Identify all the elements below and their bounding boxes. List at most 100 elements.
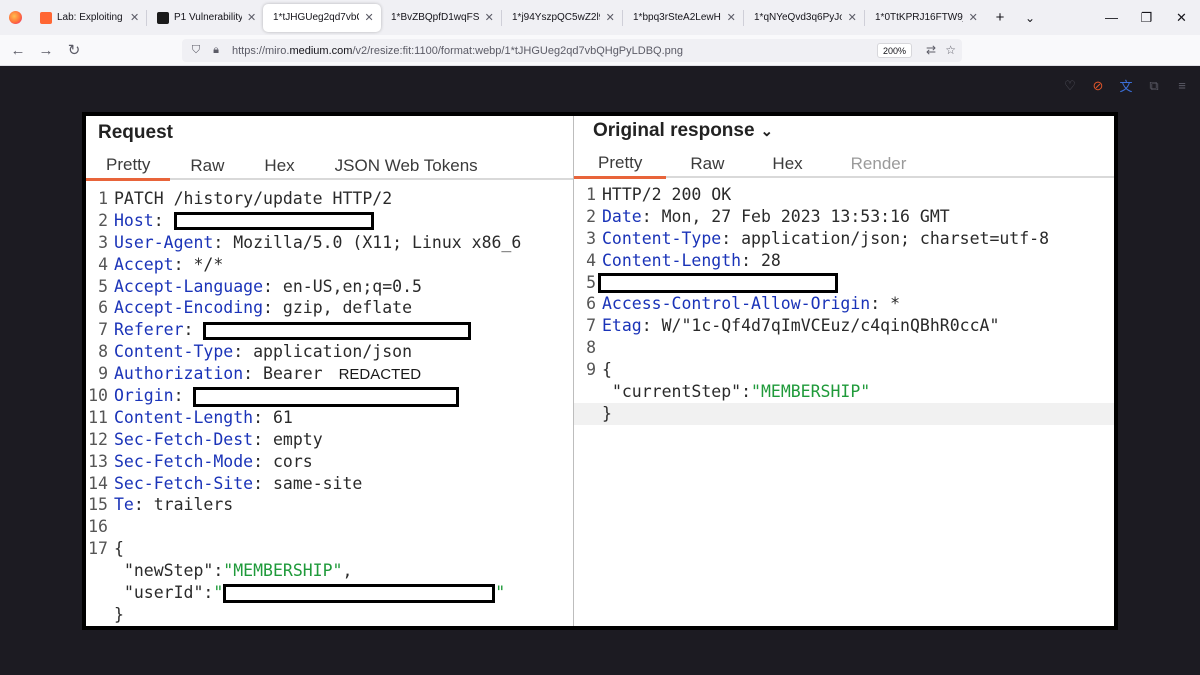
line-number: 3: [586, 228, 596, 248]
header-value: *: [890, 294, 901, 314]
code-line: }: [86, 604, 573, 626]
header-value: Mon, 27 Feb 2023 13:53:16 GMT: [661, 206, 950, 226]
browser-tab[interactable]: 1*qNYeQvd3q6PyJoSp ✕: [744, 4, 864, 32]
chevron-down-icon[interactable]: ⌄: [761, 122, 774, 140]
response-code: 1 HTTP/2 200 OK 2 Date: Mon, 27 Feb 2023 1…: [574, 184, 1114, 425]
minimize-icon[interactable]: —: [1094, 0, 1129, 35]
header-value: empty: [272, 429, 323, 449]
line-number: 17: [88, 539, 108, 559]
response-pane: Original response ⌄ Pretty Raw Hex Render…: [574, 116, 1114, 626]
redaction-box: [173, 212, 374, 231]
close-tab-icon[interactable]: ✕: [129, 11, 140, 24]
header-key: Content-Length: [114, 407, 254, 427]
header-key: Accept-Language: [114, 276, 264, 296]
json-open-brace: {: [602, 360, 612, 380]
header-key: Authorization: [114, 364, 244, 384]
extension-blocker-icon[interactable]: ⊘: [1084, 70, 1112, 101]
burp-screenshot-image: Request Pretty Raw Hex JSON Web Tokens 1…: [82, 112, 1118, 630]
back-arrow-icon[interactable]: ←: [4, 36, 32, 64]
lock-icon[interactable]: 🔒︎: [206, 44, 226, 57]
tab-hex[interactable]: Hex: [748, 150, 826, 178]
url-suffix: /v2/resize:fit:1100/format:webp/1*tJHGUe…: [352, 44, 684, 57]
zoom-level-button[interactable]: 200%: [876, 43, 912, 58]
code-line: 1 PATCH /history/update HTTP/2: [86, 188, 573, 210]
restore-icon[interactable]: ❐: [1129, 0, 1164, 35]
line-number: 10: [88, 386, 108, 406]
code-line: 3 Content-Type: application/json; charset…: [574, 228, 1114, 250]
new-tab-icon[interactable]: +: [985, 4, 1015, 32]
extensions-puzzle-icon[interactable]: ⧉: [1140, 70, 1168, 101]
code-line: 4 Content-Length: 28: [574, 250, 1114, 272]
header-key: Accept: [114, 254, 174, 274]
json-key: "newStep": [123, 561, 214, 581]
code-line: 13 Sec-Fetch-Mode: cors: [86, 451, 573, 473]
close-tab-icon[interactable]: ✕: [967, 11, 979, 24]
shield-icon[interactable]: ⛉: [186, 44, 206, 57]
header-value: 28: [760, 250, 781, 270]
header-key: Accept-Encoding: [114, 298, 264, 318]
close-tab-icon[interactable]: ✕: [604, 11, 616, 24]
status-line: HTTP/2 200 OK: [602, 185, 732, 204]
header-value: Bearer: [263, 364, 323, 384]
browser-tab-active[interactable]: 1*tJHGUeg2qd7vbQHg ✕: [263, 3, 381, 32]
list-tabs-chevron-icon[interactable]: ⌄: [1015, 4, 1045, 32]
tab-title: 1*tJHGUeg2qd7vbQHg: [273, 12, 359, 23]
code-line: 8 Content-Type: application/json: [86, 341, 573, 363]
bookmark-star-icon[interactable]: ☆: [945, 43, 956, 57]
request-pane: Request Pretty Raw Hex JSON Web Tokens 1…: [86, 116, 574, 626]
response-title[interactable]: Original response ⌄: [593, 120, 773, 142]
code-line: 12 Sec-Fetch-Dest: empty: [86, 429, 573, 451]
browser-tab[interactable]: 1*bpq3rSteA2LewHte6 ✕: [623, 4, 743, 32]
code-line: 9{: [574, 359, 1114, 381]
code-line: }: [574, 402, 1114, 425]
browser-tab[interactable]: 1*BvZBQpfD1wqFSaqS ✕: [381, 4, 501, 32]
tab-title: 1*j94YszpQC5wZ2l9nH: [512, 12, 600, 23]
code-line: 9 Authorization: Bearer REDACTED: [86, 363, 573, 385]
header-key: Host: [114, 210, 154, 230]
reload-icon[interactable]: ↻: [60, 36, 88, 64]
close-tab-icon[interactable]: ✕: [483, 11, 495, 24]
browser-tab[interactable]: P1 Vulnerability by ✕: [147, 4, 263, 32]
header-value: cors: [272, 451, 313, 471]
tab-raw[interactable]: Raw: [170, 152, 244, 180]
tab-raw[interactable]: Raw: [666, 150, 748, 178]
pocket-icon[interactable]: ♡: [1056, 70, 1084, 101]
line-number: 2: [586, 206, 596, 226]
response-tabs: Pretty Raw Hex Render: [574, 150, 1114, 179]
firefox-menu-icon[interactable]: [0, 0, 30, 35]
line-number: 13: [88, 451, 108, 471]
header-key: Te: [114, 495, 134, 515]
close-tab-icon[interactable]: ✕: [363, 11, 375, 24]
code-line: 6 Access-Control-Allow-Origin: *: [574, 293, 1114, 315]
burp-panes: Request Pretty Raw Hex JSON Web Tokens 1…: [86, 116, 1114, 626]
line-number: 11: [88, 407, 108, 427]
close-tab-icon[interactable]: ✕: [846, 11, 858, 24]
tab-pretty[interactable]: Pretty: [574, 150, 667, 179]
line-number: 3: [98, 232, 108, 252]
line-number: 15: [88, 495, 108, 515]
translate-icon[interactable]: ⇄: [926, 43, 936, 57]
tab-render[interactable]: Render: [827, 150, 931, 178]
translate-extension-icon[interactable]: 文: [1112, 70, 1140, 101]
url-bar[interactable]: ⛉ 🔒︎ https://miro.medium.com/v2/resize:f…: [182, 39, 962, 62]
tab-pretty[interactable]: Pretty: [86, 152, 171, 181]
close-tab-icon[interactable]: ✕: [725, 11, 737, 24]
code-line: 7 Referer:: [86, 319, 573, 341]
browser-tab[interactable]: 1*0TtKPRJ16FTW9jcWl ✕: [865, 4, 985, 32]
tab-hex[interactable]: Hex: [244, 152, 314, 180]
url-text[interactable]: https://miro.medium.com/v2/resize:fit:11…: [232, 45, 683, 57]
code-line: 5: [574, 272, 1114, 294]
line-number: 8: [98, 342, 108, 362]
url-domain: medium.com: [289, 44, 353, 57]
browser-tab[interactable]: 1*j94YszpQC5wZ2l9nH ✕: [502, 4, 622, 32]
line-number: 16: [88, 517, 108, 537]
tab-title: P1 Vulnerability by: [174, 12, 243, 23]
tab-json-web-tokens[interactable]: JSON Web Tokens: [315, 152, 498, 180]
hamburger-menu-icon[interactable]: ≡: [1168, 70, 1196, 101]
forward-arrow-icon[interactable]: →: [32, 36, 60, 64]
browser-tab[interactable]: Lab: Exploiting XXE ✕: [30, 4, 146, 32]
close-tab-icon[interactable]: ✕: [246, 11, 257, 24]
header-key: Date: [602, 206, 642, 226]
code-line: 7 Etag: W/"1c-Qf4d7qImVCEuz/c4qinQBhR0ccA…: [574, 315, 1114, 337]
close-window-icon[interactable]: ✕: [1164, 0, 1199, 35]
